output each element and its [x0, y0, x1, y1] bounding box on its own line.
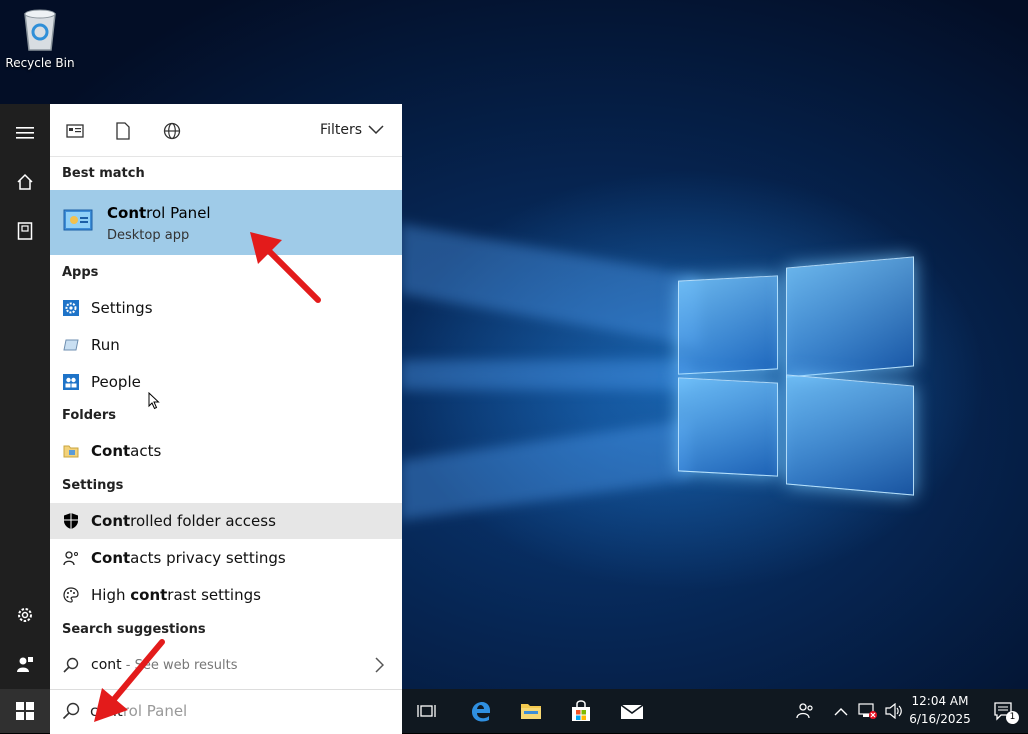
show-hidden-icons-button[interactable]: [828, 689, 854, 733]
app-people-label: People: [91, 373, 141, 391]
store-icon: [572, 700, 590, 721]
best-match-title: Control Panel: [107, 204, 211, 222]
folder-contacts-rest: acts: [130, 442, 162, 460]
person-privacy-icon: [62, 549, 80, 567]
setting-2-pre: High: [91, 586, 131, 604]
folder-contacts[interactable]: Contacts: [50, 433, 402, 469]
people-icon: [62, 373, 80, 391]
chevron-up-icon: [834, 707, 848, 715]
filters-dropdown[interactable]: Filters: [320, 122, 384, 138]
people-taskbar-icon: [796, 703, 813, 719]
clock-date: 6/16/2025: [909, 712, 971, 726]
setting-controlled-folder-access[interactable]: Controlled folder access: [50, 503, 402, 539]
task-view-icon: [417, 705, 436, 717]
best-match-title-rest: rol Panel: [146, 204, 211, 222]
setting-1-bold: Cont: [91, 549, 131, 567]
speaker-icon: [885, 703, 902, 719]
best-match-control-panel[interactable]: Control Panel Desktop app: [50, 190, 402, 255]
setting-0-bold: Cont: [91, 512, 131, 530]
annotation-arrow-search-box: [94, 639, 165, 722]
search-results-panel: Filters Best match Control Panel Desktop…: [50, 104, 402, 689]
setting-high-contrast-label: High contrast settings: [91, 586, 261, 604]
chevron-down-icon: [368, 125, 384, 135]
setting-2-rest: rast settings: [167, 586, 261, 604]
settings-header: Settings: [62, 478, 124, 493]
notebook-icon: [17, 222, 33, 240]
palette-icon: [62, 586, 80, 604]
action-center-button[interactable]: 1: [980, 689, 1026, 733]
recycle-bin[interactable]: Recycle Bin: [4, 6, 76, 70]
settings-rail-button[interactable]: [0, 592, 50, 638]
search-suggestions-header: Search suggestions: [62, 622, 206, 637]
recycle-bin-label: Recycle Bin: [5, 56, 75, 70]
app-run-label: Run: [91, 336, 120, 354]
document-icon: [116, 122, 130, 140]
apps-header: Apps: [62, 265, 99, 280]
store-button[interactable]: [558, 689, 604, 733]
feedback-icon: [17, 657, 33, 672]
file-explorer-button[interactable]: [508, 689, 554, 733]
hamburger-menu-button[interactable]: [0, 110, 50, 156]
feedback-button[interactable]: [0, 641, 50, 687]
folder-contacts-bold: Cont: [91, 442, 131, 460]
start-button[interactable]: [0, 689, 50, 733]
app-window-icon: [66, 124, 84, 138]
search-scope-bar: Filters: [50, 104, 402, 157]
web-scope-button[interactable]: [161, 120, 183, 142]
annotation-arrow-best-match: [250, 232, 321, 303]
gear-icon: [18, 608, 32, 622]
folder-icon: [521, 704, 541, 719]
best-match-header: Best match: [62, 166, 145, 181]
folder-contacts-label: Contacts: [91, 442, 161, 460]
start-rail: [0, 104, 50, 689]
setting-contacts-privacy[interactable]: Contacts privacy settings: [50, 540, 402, 576]
setting-controlled-folder-access-label: Controlled folder access: [91, 512, 276, 530]
setting-contacts-privacy-label: Contacts privacy settings: [91, 549, 286, 567]
clock[interactable]: 12:04 AM 6/16/2025: [904, 692, 976, 728]
windows-logo-icon: [16, 702, 34, 720]
app-settings-label: Settings: [91, 299, 153, 317]
notification-count-badge: 1: [1006, 711, 1019, 724]
home-button[interactable]: [0, 159, 50, 205]
edge-icon: [472, 702, 490, 722]
setting-high-contrast[interactable]: High contrast settings: [50, 577, 402, 613]
network-disconnected-icon: [858, 703, 877, 719]
globe-icon: [163, 122, 181, 140]
search-icon: [62, 656, 80, 674]
apps-scope-button[interactable]: [64, 120, 86, 142]
edge-button[interactable]: [457, 689, 503, 733]
control-panel-icon: [63, 209, 93, 233]
best-match-title-bold: Cont: [107, 204, 147, 222]
chevron-right-icon: [375, 657, 384, 673]
best-match-subtitle: Desktop app: [107, 228, 190, 243]
search-box-icon: [62, 702, 80, 720]
mouse-pointer-icon: [148, 392, 160, 410]
run-icon: [62, 336, 80, 354]
hamburger-icon: [16, 127, 34, 139]
settings-icon: [62, 299, 80, 317]
contacts-folder-icon: [62, 442, 80, 460]
setting-1-rest: acts privacy settings: [130, 549, 286, 567]
mail-button[interactable]: [609, 689, 655, 733]
notebook-button[interactable]: [0, 208, 50, 254]
folders-header: Folders: [62, 408, 117, 423]
documents-scope-button[interactable]: [112, 120, 134, 142]
recycle-bin-icon: [21, 8, 59, 52]
app-people[interactable]: People: [50, 364, 402, 400]
setting-0-rest: rolled folder access: [130, 512, 276, 530]
filters-label: Filters: [320, 122, 362, 138]
app-settings[interactable]: Settings: [50, 290, 402, 326]
mail-icon: [620, 704, 644, 719]
home-icon: [17, 173, 33, 190]
shield-icon: [62, 512, 80, 530]
app-run[interactable]: Run: [50, 327, 402, 363]
task-view-button[interactable]: [404, 689, 450, 733]
clock-time: 12:04 AM: [911, 694, 969, 708]
setting-2-bold: cont: [130, 586, 168, 604]
network-button[interactable]: [854, 689, 882, 733]
people-taskbar-button[interactable]: [782, 689, 828, 733]
